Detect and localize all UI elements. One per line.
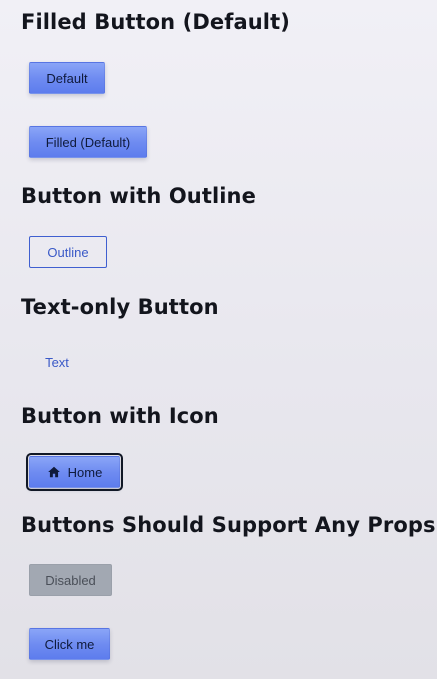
text-button-label: Text <box>45 354 69 370</box>
heading-outline-button: Button with Outline <box>21 184 256 208</box>
outline-button[interactable]: Outline <box>29 236 107 268</box>
default-button-label: Default <box>46 70 88 86</box>
disabled-button-label: Disabled <box>45 572 96 588</box>
click-me-button-label: Click me <box>44 636 95 652</box>
text-button[interactable]: Text <box>29 346 85 378</box>
filled-default-button[interactable]: Filled (Default) <box>29 126 147 158</box>
home-button-label: Home <box>67 464 103 480</box>
heading-icon-button: Button with Icon <box>21 404 219 428</box>
heading-filled-button: Filled Button (Default) <box>21 10 290 34</box>
home-icon <box>47 465 61 479</box>
heading-props-button: Buttons Should Support Any Props <box>21 513 436 537</box>
outline-button-label: Outline <box>47 244 89 260</box>
default-button[interactable]: Default <box>29 62 105 94</box>
heading-text-only-button: Text-only Button <box>21 295 219 319</box>
home-button[interactable]: Home <box>26 453 123 491</box>
filled-default-button-label: Filled (Default) <box>45 134 131 150</box>
disabled-button[interactable]: Disabled <box>29 564 112 596</box>
click-me-button[interactable]: Click me <box>29 628 110 660</box>
